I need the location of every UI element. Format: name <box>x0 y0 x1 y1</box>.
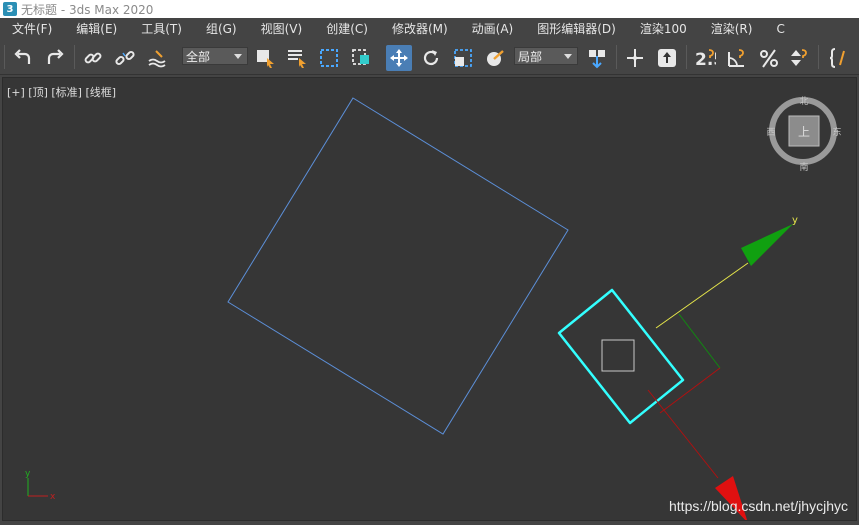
angle-snap-button[interactable] <box>724 45 750 71</box>
manipulate-icon <box>627 49 643 67</box>
percent-snap-icon <box>760 49 778 68</box>
percent-snap-button[interactable] <box>756 45 782 71</box>
pivot-center-icon <box>589 50 605 69</box>
app-icon: 3 <box>3 2 17 16</box>
undo-button[interactable] <box>10 45 36 71</box>
redo-button[interactable] <box>42 45 68 71</box>
watermark-text: https://blog.csdn.net/jhycjhyc <box>669 498 848 514</box>
unlink-icon <box>115 50 135 66</box>
named-selection-sets-button[interactable] <box>826 45 852 71</box>
menu-graph-editors[interactable]: 图形编辑器(D) <box>537 20 616 37</box>
rotate-icon <box>423 50 439 66</box>
rectangle-selection-icon <box>320 49 338 67</box>
shortcut-override-icon <box>658 49 676 67</box>
selection-filter-dropdown[interactable]: 全部 <box>182 47 248 65</box>
menu-modifiers[interactable]: 修改器(M) <box>392 20 448 37</box>
viewcube-top-label: 上 <box>798 125 810 139</box>
select-object-icon <box>257 50 274 68</box>
redo-icon <box>47 49 64 64</box>
spinner-snap-icon <box>791 49 807 66</box>
selection-sets-icon <box>829 48 845 68</box>
selected-rectangle[interactable] <box>557 288 685 425</box>
menu-render100[interactable]: 渲染100 <box>640 20 687 37</box>
space-warp-icon <box>148 50 166 68</box>
angle-snap-icon <box>728 49 744 67</box>
toolbar-separator <box>4 45 5 69</box>
select-by-name-button[interactable] <box>284 45 310 71</box>
viewcube-west-label[interactable]: 西 <box>766 127 775 138</box>
toolbar-separator <box>686 45 687 69</box>
place-icon <box>487 50 504 66</box>
gizmo-y-arrow[interactable] <box>741 224 793 266</box>
wireframe-rectangle[interactable] <box>227 97 569 435</box>
snaps-toggle-button[interactable]: 2.5 <box>692 45 718 71</box>
menu-group[interactable]: 组(G) <box>206 20 237 37</box>
link-button[interactable] <box>80 45 106 71</box>
pivot-marker <box>601 339 635 372</box>
select-and-scale-button[interactable] <box>450 45 476 71</box>
keyboard-shortcut-override-button[interactable] <box>654 45 680 71</box>
select-object-button[interactable] <box>252 45 278 71</box>
select-and-rotate-button[interactable] <box>418 45 444 71</box>
axis-y-label: y <box>792 215 798 226</box>
menu-bar: 文件(F) 编辑(E) 工具(T) 组(G) 视图(V) 创建(C) 修改器(M… <box>0 18 859 39</box>
select-and-place-button[interactable] <box>482 45 508 71</box>
viewcube[interactable]: 上 北 南 东 西 <box>766 96 841 173</box>
menu-animation[interactable]: 动画(A) <box>472 20 514 37</box>
top-viewport[interactable]: [+] [顶] [标准] [线框] y y x 上 北 南 东 西 https:… <box>2 77 857 521</box>
window-crossing-button[interactable] <box>348 45 374 71</box>
gizmo-y-line <box>655 262 749 329</box>
unlink-button[interactable] <box>112 45 138 71</box>
scale-icon <box>454 49 472 67</box>
selection-filter-value: 全部 <box>186 49 211 64</box>
select-and-move-button[interactable] <box>386 45 412 71</box>
menu-file[interactable]: 文件(F) <box>12 20 52 37</box>
window-crossing-icon <box>352 49 369 65</box>
select-and-manipulate-button[interactable] <box>622 45 648 71</box>
menu-rendering[interactable]: 渲染(R) <box>711 20 753 37</box>
menu-overflow[interactable]: C <box>776 22 784 36</box>
menu-create[interactable]: 创建(C) <box>326 20 368 37</box>
rectangular-selection-button[interactable] <box>316 45 342 71</box>
main-toolbar: 全部 局部 2.5 <box>0 39 859 75</box>
spinner-snap-button[interactable] <box>786 45 812 71</box>
toolbar-separator <box>616 45 617 69</box>
gizmo-plane-green <box>678 313 721 369</box>
mini-axis-x-label: x <box>50 492 56 502</box>
snap-icon: 2.5 <box>695 49 716 69</box>
viewcube-north-label[interactable]: 北 <box>799 96 808 107</box>
select-by-name-icon <box>288 50 306 68</box>
window-title: 无标题 - 3ds Max 2020 <box>21 2 154 17</box>
menu-edit[interactable]: 编辑(E) <box>76 20 117 37</box>
chevron-down-icon <box>234 54 242 59</box>
viewcube-south-label[interactable]: 南 <box>799 161 808 173</box>
menu-tools[interactable]: 工具(T) <box>141 20 182 37</box>
pivot-center-button[interactable] <box>584 45 610 71</box>
reference-coordinate-value: 局部 <box>518 49 543 64</box>
reference-coordinate-dropdown[interactable]: 局部 <box>514 47 578 65</box>
viewport-scene[interactable]: y y x 上 北 南 东 西 <box>3 78 856 520</box>
gizmo-x-line <box>647 389 719 479</box>
viewcube-east-label[interactable]: 东 <box>832 126 841 138</box>
link-icon <box>84 52 102 64</box>
toolbar-separator <box>818 45 819 69</box>
title-bar: 3 无标题 - 3ds Max 2020 <box>0 0 859 18</box>
menu-views[interactable]: 视图(V) <box>261 20 303 37</box>
undo-icon <box>14 49 31 64</box>
mini-axis-y-label: y <box>25 469 31 479</box>
move-icon <box>390 49 408 67</box>
bind-space-warp-button[interactable] <box>144 45 170 71</box>
chevron-down-icon <box>564 54 572 59</box>
toolbar-separator <box>74 45 75 69</box>
